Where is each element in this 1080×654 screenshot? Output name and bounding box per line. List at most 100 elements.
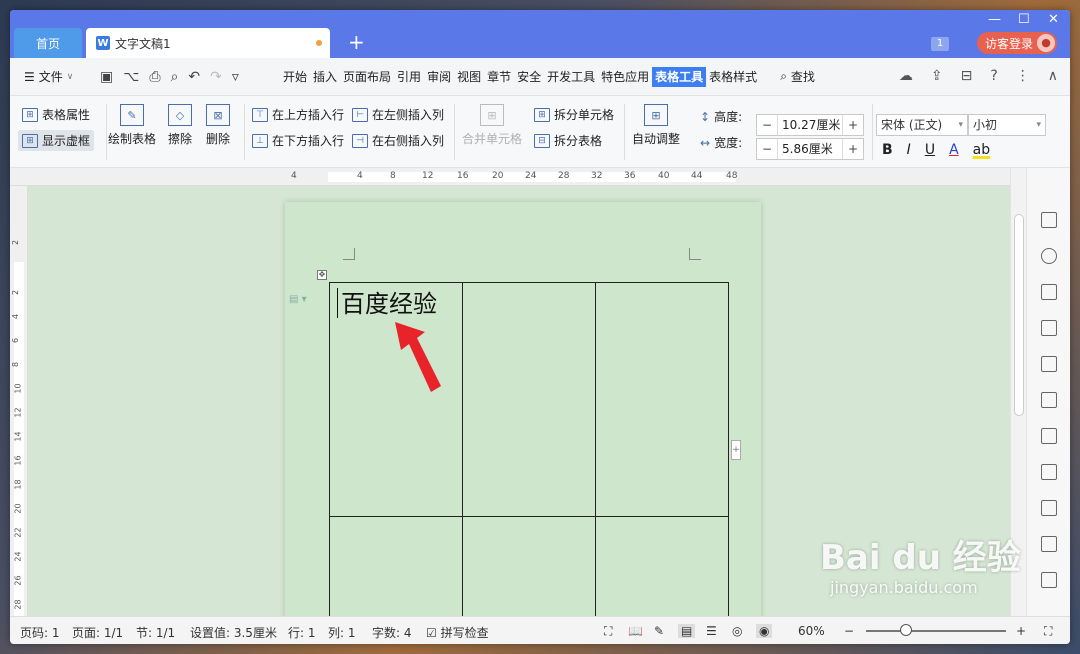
customize-icon[interactable]: ▿ [232, 69, 239, 85]
insert-row-below-button[interactable]: ⊥ 在下方插入行 [252, 132, 344, 149]
page-view-icon[interactable]: ▤ [678, 624, 696, 638]
scrollbar-thumb[interactable] [1014, 214, 1024, 416]
spell-check-button[interactable]: ☑ 拼写检查 [426, 624, 489, 641]
width-decrease-button[interactable]: − [757, 142, 777, 156]
zoom-in-button[interactable]: + [1016, 624, 1026, 638]
tab-document[interactable]: W 文字文稿1 [86, 28, 330, 58]
menu-sections[interactable]: 章节 [484, 67, 514, 87]
document-page[interactable]: ✥ ▤ ▾ 百度经验 + [285, 202, 761, 616]
save-icon[interactable]: ▣ [100, 69, 113, 85]
status-section[interactable]: 节: 1/1 [136, 624, 175, 641]
italic-button[interactable]: I [907, 142, 911, 158]
merge-cells-button[interactable]: ⊞ 合并单元格 [462, 104, 522, 147]
share-icon[interactable]: ⇪ [931, 68, 943, 84]
outline-view-icon[interactable]: ☰ [706, 624, 717, 638]
menu-review[interactable]: 审阅 [424, 67, 454, 87]
auto-fit-button[interactable]: ⊞ 自动调整 [632, 104, 680, 147]
menu-developer[interactable]: 开发工具 [544, 67, 598, 87]
close-button[interactable]: ✕ [1048, 12, 1059, 27]
font-color-button[interactable]: A [949, 142, 959, 158]
help-icon[interactable]: ? [990, 68, 997, 84]
vertical-ruler[interactable]: 2 2 4 6 8 10 12 14 16 18 20 22 24 26 28 [10, 186, 28, 616]
show-gridlines-button[interactable]: ⊞ 显示虚框 [18, 130, 95, 151]
table-cell-text[interactable]: 百度经验 [341, 284, 437, 319]
width-stepper[interactable]: − 5.86厘米 + [756, 138, 864, 160]
status-setting[interactable]: 设置值: 3.5厘米 [190, 624, 277, 641]
menu-page-layout[interactable]: 页面布局 [340, 67, 394, 87]
add-column-button[interactable]: + [731, 440, 741, 460]
table-properties-button[interactable]: ⊞ 表格属性 [22, 106, 90, 123]
table[interactable] [329, 282, 729, 616]
status-pages[interactable]: 页面: 1/1 [72, 624, 123, 641]
share-icon[interactable] [1041, 500, 1057, 516]
maximize-button[interactable]: ☐ [1018, 12, 1030, 27]
font-size-select[interactable]: 小初 ▾ [968, 114, 1046, 136]
height-input[interactable]: 10.27厘米 [777, 115, 843, 135]
translate-icon[interactable] [1041, 536, 1057, 552]
guest-login-button[interactable]: 访客登录 ● [977, 32, 1057, 54]
web-view-icon[interactable]: ◎ [732, 624, 742, 638]
menu-view[interactable]: 视图 [454, 67, 484, 87]
width-input[interactable]: 5.86厘米 [777, 139, 843, 159]
menu-table-styles[interactable]: 表格样式 [706, 67, 760, 87]
chart-icon[interactable] [1041, 392, 1057, 408]
undo-icon[interactable]: ↶ [188, 69, 200, 85]
print-icon[interactable]: ⎙ [149, 69, 160, 85]
style-icon[interactable] [1041, 284, 1057, 300]
split-cells-button[interactable]: ⊞ 拆分单元格 [534, 106, 614, 123]
height-stepper[interactable]: − 10.27厘米 + [756, 114, 864, 136]
erase-button[interactable]: ◇ 擦除 [168, 104, 192, 147]
menu-insert[interactable]: 插入 [310, 67, 340, 87]
image-icon[interactable] [1041, 464, 1057, 480]
menu-start[interactable]: 开始 [280, 67, 310, 87]
eye-care-icon[interactable]: ◉ [756, 624, 773, 638]
collapse-ribbon-icon[interactable]: ∧ [1048, 68, 1058, 84]
format-painter-icon[interactable]: ⌥ [123, 69, 139, 85]
read-mode-icon[interactable]: 📖 [628, 624, 643, 638]
insert-col-left-button[interactable]: ⊢ 在左侧插入列 [352, 106, 444, 123]
insert-col-right-button[interactable]: ⊣ 在右侧插入列 [352, 132, 444, 149]
table-icon[interactable] [1041, 320, 1057, 336]
print-preview-icon[interactable]: ⌕ [171, 69, 179, 85]
status-page-number[interactable]: 页码: 1 [20, 624, 60, 641]
height-decrease-button[interactable]: − [757, 118, 777, 132]
horizontal-ruler[interactable]: 4 4 8 12 16 20 24 28 32 36 40 44 48 [10, 168, 1010, 186]
find-button[interactable]: ⌕ 查找 [780, 68, 815, 85]
settings-sliders-icon[interactable] [1041, 428, 1057, 444]
height-increase-button[interactable]: + [843, 118, 863, 132]
split-table-button[interactable]: ⊟ 拆分表格 [534, 132, 602, 149]
redo-icon[interactable]: ↷ [210, 69, 222, 85]
font-name-select[interactable]: 宋体 (正文) ▾ [876, 114, 968, 136]
table-row-menu-icon[interactable]: ▤ ▾ [289, 294, 307, 305]
edit-icon[interactable] [1041, 212, 1057, 228]
write-mode-icon[interactable]: ✎ [654, 624, 664, 638]
table-move-handle-icon[interactable]: ✥ [317, 270, 327, 280]
minimize-button[interactable]: — [988, 12, 1001, 27]
collaborate-icon[interactable]: ⊟ [961, 68, 973, 84]
width-increase-button[interactable]: + [843, 142, 863, 156]
draw-table-button[interactable]: ✎ 绘制表格 [108, 104, 156, 147]
status-word-count[interactable]: 字数: 4 [372, 624, 412, 641]
menu-features[interactable]: 特色应用 [598, 67, 652, 87]
highlight-button[interactable]: ab [973, 142, 990, 158]
file-menu-button[interactable]: ☰ 文件 ∨ [24, 68, 94, 85]
bold-button[interactable]: B [882, 142, 893, 158]
insert-row-above-button[interactable]: ⊤ 在上方插入行 [252, 106, 344, 123]
menu-references[interactable]: 引用 [394, 67, 424, 87]
shapes-icon[interactable] [1041, 248, 1057, 264]
menu-security[interactable]: 安全 [514, 67, 544, 87]
archive-icon[interactable] [1041, 572, 1057, 588]
cloud-icon[interactable]: ☁ [899, 68, 913, 84]
tab-home[interactable]: 首页 [14, 28, 82, 58]
fit-window-icon[interactable]: ⛶ [1044, 624, 1052, 639]
zoom-slider[interactable] [866, 630, 1006, 632]
zoom-out-button[interactable]: − [844, 624, 854, 638]
fullscreen-icon[interactable]: ⛶ [604, 624, 612, 639]
more-icon[interactable]: ⋮ [1016, 68, 1030, 84]
menu-table-tools[interactable]: 表格工具 [652, 66, 707, 87]
grid-icon[interactable] [1041, 356, 1057, 372]
zoom-level[interactable]: 60% [798, 624, 825, 638]
window-count-badge[interactable]: 1 [931, 37, 949, 51]
zoom-slider-handle[interactable] [900, 624, 912, 636]
add-tab-button[interactable]: + [348, 32, 365, 52]
